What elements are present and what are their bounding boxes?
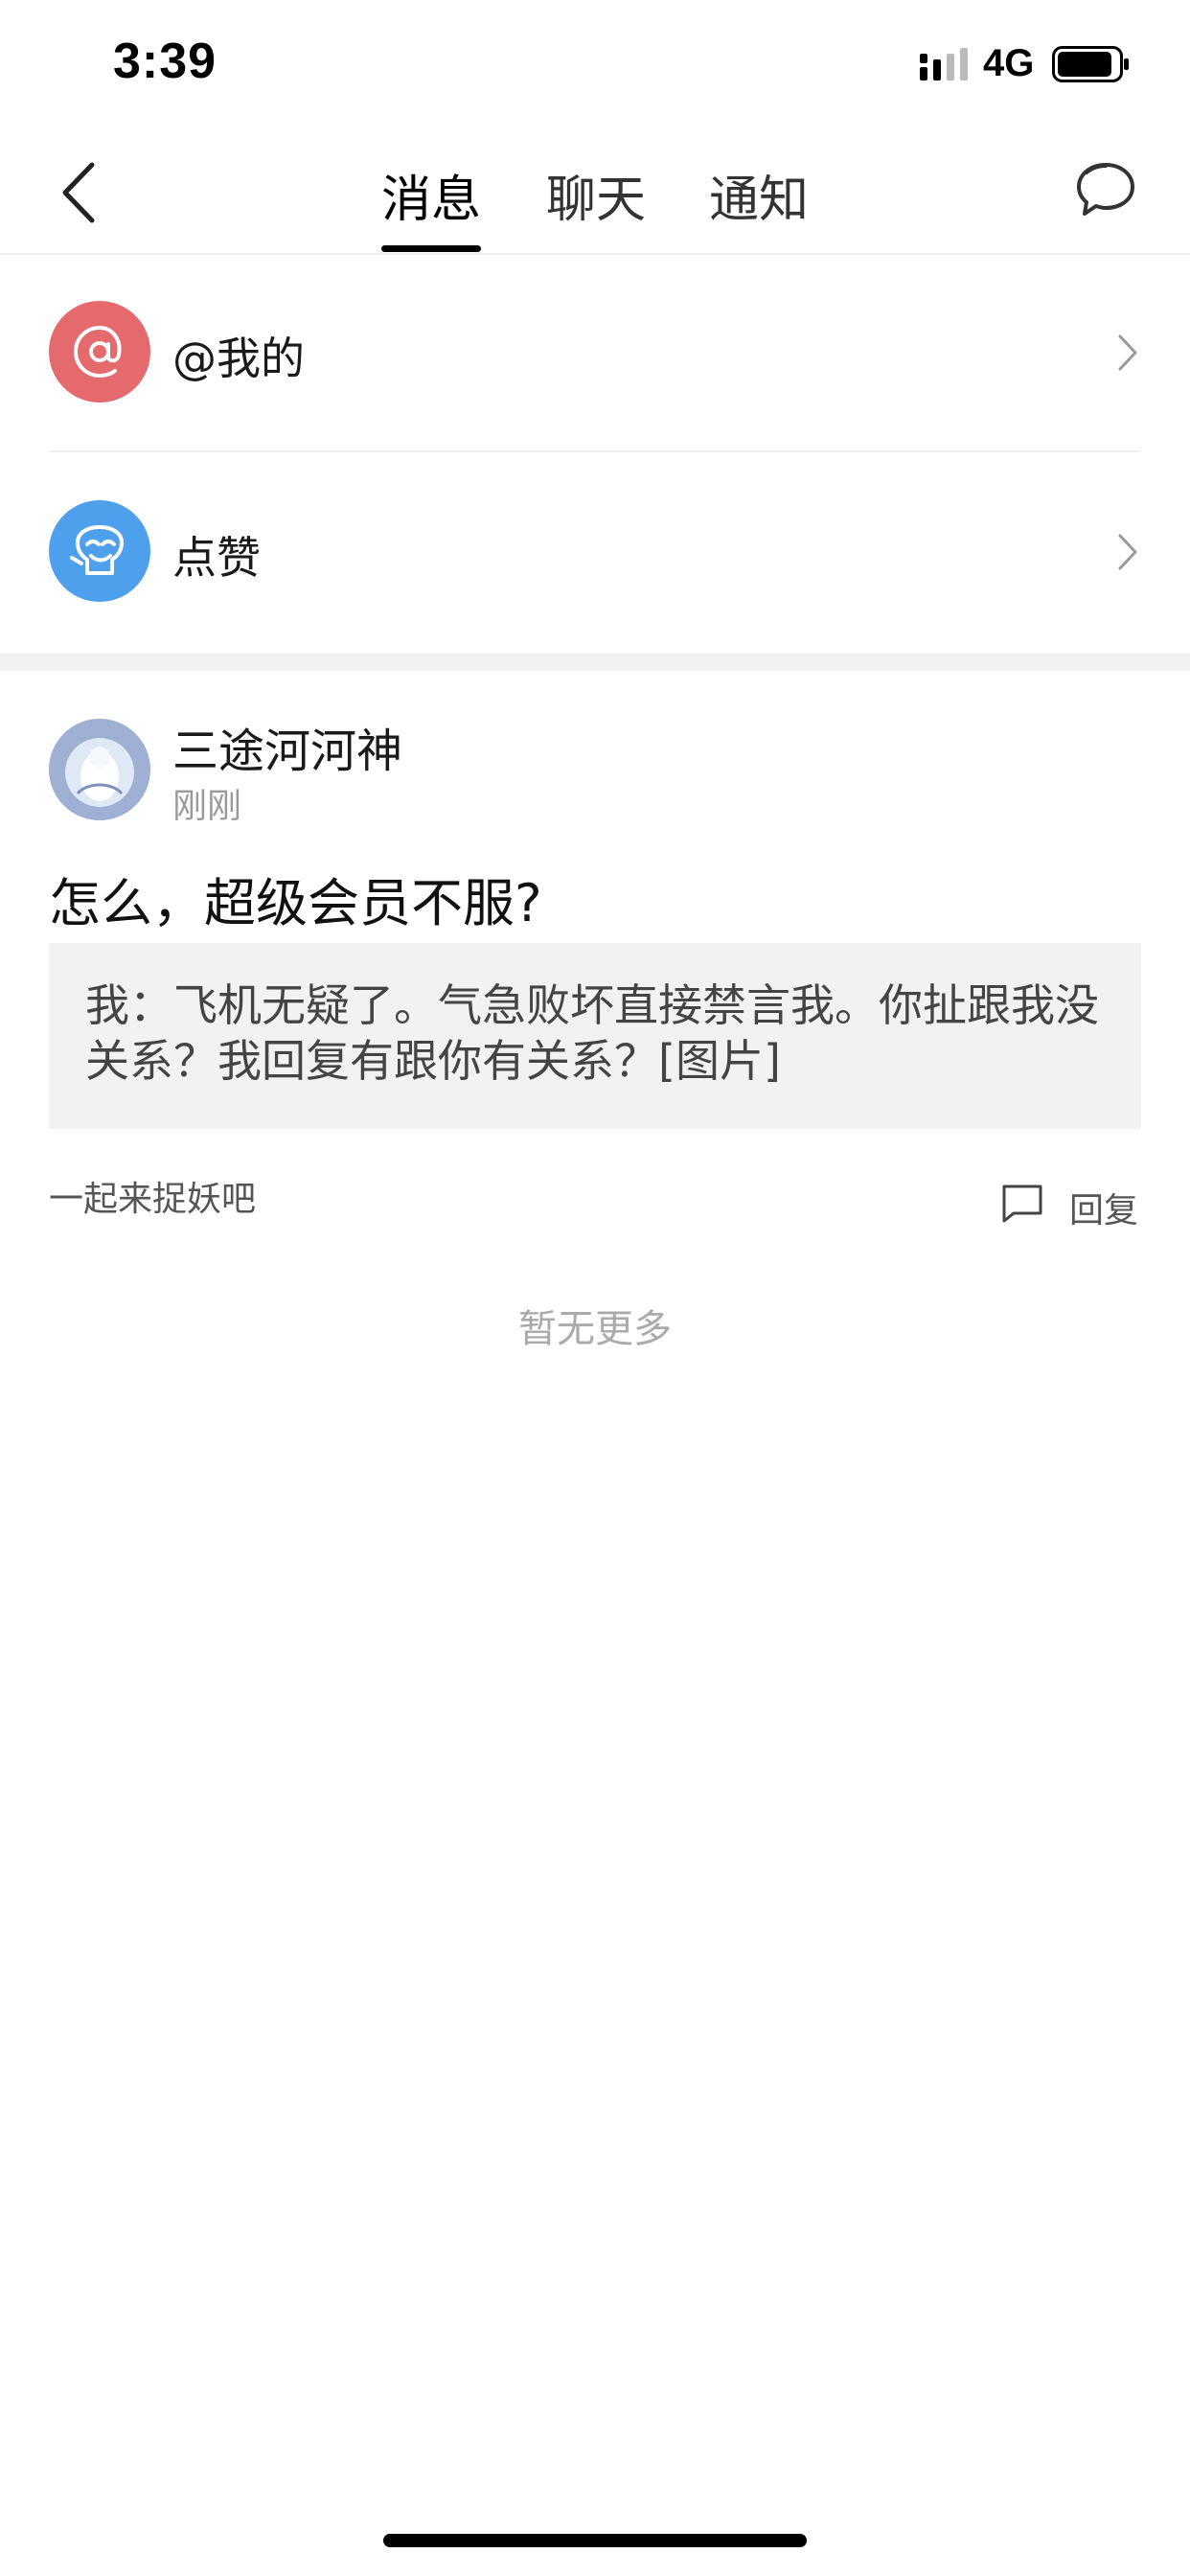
status-time: 3:39 — [113, 34, 217, 89]
reply-icon[interactable] — [1000, 1183, 1044, 1225]
status-bar: 3:39 4G — [0, 0, 1190, 134]
like-icon — [49, 500, 150, 602]
chevron-right-icon — [1118, 334, 1137, 371]
battery-icon — [1052, 46, 1129, 82]
mentions-row[interactable]: @我的 — [0, 253, 1190, 452]
likes-label: 点赞 — [172, 532, 261, 584]
post-source[interactable]: 一起来捉妖吧 — [49, 1171, 256, 1221]
at-icon — [49, 301, 150, 402]
reply-button[interactable]: 回复 — [1069, 1183, 1138, 1232]
section-divider — [0, 654, 1190, 671]
post-title[interactable]: 怎么，超级会员不服? — [49, 861, 542, 936]
back-icon[interactable] — [57, 159, 100, 226]
home-indicator[interactable] — [383, 2534, 807, 2547]
tab-chat[interactable]: 聊天 — [546, 159, 646, 231]
tab-notifications[interactable]: 通知 — [709, 159, 809, 231]
chat-bubble-icon[interactable] — [1073, 159, 1138, 222]
quoted-comment-text: 我：飞机无疑了。气急败坏直接禁言我。你扯跟我没关系？我回复有跟你有关系？[图片] — [85, 979, 1099, 1087]
mentions-label: @我的 — [172, 333, 305, 384]
network-label: 4G — [983, 42, 1035, 84]
tab-messages[interactable]: 消息 — [381, 159, 481, 231]
quoted-comment[interactable]: 我：飞机无疑了。气急败坏直接禁言我。你扯跟我没关系？我回复有跟你有关系？[图片] — [49, 943, 1141, 1129]
no-more-text: 暂无更多 — [518, 1307, 672, 1351]
signal-icon — [920, 48, 968, 80]
active-tab-indicator — [381, 245, 481, 252]
chevron-right-icon — [1118, 534, 1137, 570]
nav-bar: 消息 聊天 通知 — [0, 134, 1190, 255]
author-avatar[interactable] — [49, 719, 150, 820]
post-time: 刚刚 — [172, 787, 242, 826]
post-author[interactable]: 三途河河神 — [172, 713, 402, 780]
likes-row[interactable]: 点赞 — [0, 452, 1190, 652]
